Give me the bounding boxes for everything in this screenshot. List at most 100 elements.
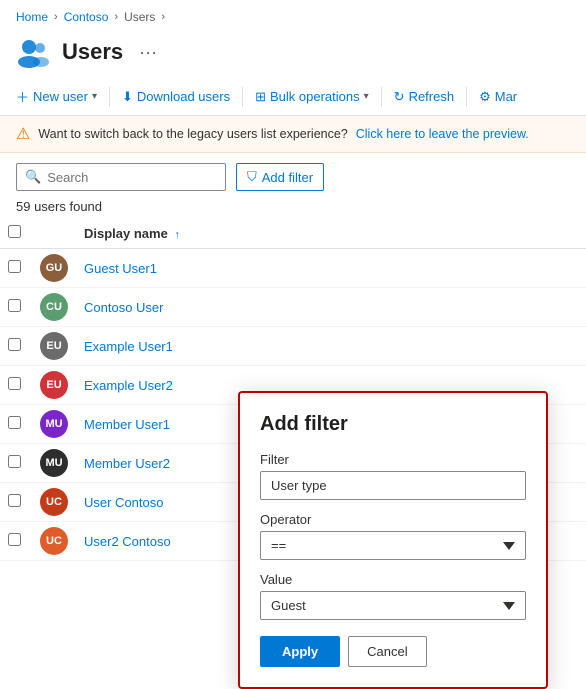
toolbar-sep3 bbox=[381, 87, 382, 107]
add-filter-button[interactable]: ⛉ Add filter bbox=[236, 163, 324, 191]
filter-actions: Apply Cancel bbox=[260, 636, 526, 667]
more-options-button[interactable]: ··· bbox=[133, 40, 163, 65]
avatar: UC bbox=[40, 488, 68, 516]
user-extra-cell bbox=[522, 249, 586, 288]
avatar-cell: MU bbox=[32, 444, 76, 483]
select-all-checkbox[interactable] bbox=[8, 225, 21, 238]
download-users-button[interactable]: ⬇ Download users bbox=[114, 84, 238, 110]
plus-icon: ＋ bbox=[16, 87, 29, 106]
filter-field-label: Filter bbox=[260, 452, 526, 467]
value-select[interactable]: Guest Member bbox=[260, 591, 526, 620]
user-link[interactable]: Guest User1 bbox=[84, 261, 157, 276]
avatar: GU bbox=[40, 254, 68, 282]
row-checkbox[interactable] bbox=[8, 533, 21, 546]
avatar-cell: GU bbox=[32, 249, 76, 288]
apply-button[interactable]: Apply bbox=[260, 636, 340, 667]
settings-button[interactable]: ⚙ Mar bbox=[471, 84, 525, 110]
filter-field-input[interactable] bbox=[260, 471, 526, 500]
user-link[interactable]: User Contoso bbox=[84, 495, 163, 510]
operator-label: Operator bbox=[260, 512, 526, 527]
breadcrumb-home[interactable]: Home bbox=[16, 10, 48, 24]
page-header: Users ··· bbox=[0, 30, 586, 78]
filter-icon: ⛉ bbox=[247, 169, 257, 185]
users-icon bbox=[16, 34, 52, 70]
banner: ⚠ Want to switch back to the legacy user… bbox=[0, 116, 586, 153]
new-user-label: New user bbox=[33, 89, 88, 104]
bulk-icon: ⊞ bbox=[255, 89, 266, 105]
settings-more-label: Mar bbox=[495, 89, 517, 104]
sort-icon: ↑ bbox=[174, 229, 180, 241]
row-checkbox-cell[interactable] bbox=[0, 405, 32, 444]
avatar-cell: CU bbox=[32, 288, 76, 327]
row-checkbox[interactable] bbox=[8, 338, 21, 351]
download-icon: ⬇ bbox=[122, 89, 133, 105]
user-name-cell[interactable]: Contoso User bbox=[76, 288, 522, 327]
row-checkbox[interactable] bbox=[8, 455, 21, 468]
avatar-cell: UC bbox=[32, 522, 76, 561]
row-checkbox[interactable] bbox=[8, 416, 21, 429]
avatar: EU bbox=[40, 332, 68, 360]
avatar-cell: MU bbox=[32, 405, 76, 444]
user-name-cell[interactable]: Guest User1 bbox=[76, 249, 522, 288]
table-row: GU Guest User1 bbox=[0, 249, 586, 288]
bulk-operations-label: Bulk operations bbox=[270, 89, 360, 104]
row-checkbox-cell[interactable] bbox=[0, 327, 32, 366]
row-checkbox[interactable] bbox=[8, 494, 21, 507]
new-user-caret: ▾ bbox=[92, 91, 97, 102]
table-select-all[interactable] bbox=[0, 218, 32, 249]
search-icon: 🔍 bbox=[25, 169, 41, 185]
cancel-button[interactable]: Cancel bbox=[348, 636, 426, 667]
row-checkbox-cell[interactable] bbox=[0, 444, 32, 483]
breadcrumb-sep2: › bbox=[114, 11, 118, 23]
search-input[interactable] bbox=[47, 170, 217, 185]
row-checkbox-cell[interactable] bbox=[0, 288, 32, 327]
table-row: CU Contoso User bbox=[0, 288, 586, 327]
toolbar-sep1 bbox=[109, 87, 110, 107]
breadcrumb-sep1: › bbox=[54, 11, 58, 23]
user-link[interactable]: Example User2 bbox=[84, 378, 173, 393]
user-link[interactable]: Contoso User bbox=[84, 300, 163, 315]
page-title: Users bbox=[62, 39, 123, 65]
avatar: MU bbox=[40, 449, 68, 477]
operator-select[interactable]: == != startsWith contains bbox=[260, 531, 526, 560]
main-content: 🔍 ⛉ Add filter 59 users found Display na… bbox=[0, 153, 586, 561]
toolbar-sep2 bbox=[242, 87, 243, 107]
user-count: 59 users found bbox=[0, 197, 586, 218]
breadcrumb-current: Users bbox=[124, 10, 155, 24]
bulk-operations-button[interactable]: ⊞ Bulk operations ▾ bbox=[247, 84, 377, 110]
download-users-label: Download users bbox=[137, 89, 230, 104]
table-extra-header bbox=[522, 218, 586, 249]
row-checkbox[interactable] bbox=[8, 260, 21, 273]
search-box[interactable]: 🔍 bbox=[16, 163, 226, 191]
banner-text: Want to switch back to the legacy users … bbox=[38, 127, 347, 141]
row-checkbox-cell[interactable] bbox=[0, 249, 32, 288]
row-checkbox[interactable] bbox=[8, 377, 21, 390]
table-display-name-header: Display name ↑ bbox=[76, 218, 522, 249]
display-name-label: Display name bbox=[84, 226, 168, 241]
avatar: EU bbox=[40, 371, 68, 399]
table-avatar-header bbox=[32, 218, 76, 249]
add-filter-panel: Add filter Filter Operator == != startsW… bbox=[238, 391, 548, 689]
banner-link[interactable]: Click here to leave the preview. bbox=[356, 127, 529, 141]
row-checkbox-cell[interactable] bbox=[0, 483, 32, 522]
user-link[interactable]: Example User1 bbox=[84, 339, 173, 354]
breadcrumb: Home › Contoso › Users › bbox=[0, 0, 586, 30]
user-link[interactable]: Member User1 bbox=[84, 417, 170, 432]
avatar-cell: EU bbox=[32, 366, 76, 405]
new-user-button[interactable]: ＋ New user ▾ bbox=[8, 82, 105, 111]
warning-icon: ⚠ bbox=[16, 124, 30, 144]
user-link[interactable]: User2 Contoso bbox=[84, 534, 171, 549]
breadcrumb-contoso[interactable]: Contoso bbox=[64, 10, 109, 24]
search-row: 🔍 ⛉ Add filter bbox=[0, 153, 586, 197]
user-extra-cell bbox=[522, 288, 586, 327]
row-checkbox-cell[interactable] bbox=[0, 522, 32, 561]
refresh-button[interactable]: ↻ Refresh bbox=[386, 84, 462, 110]
row-checkbox-cell[interactable] bbox=[0, 366, 32, 405]
toolbar: ＋ New user ▾ ⬇ Download users ⊞ Bulk ope… bbox=[0, 78, 586, 116]
row-checkbox[interactable] bbox=[8, 299, 21, 312]
gear-icon: ⚙ bbox=[479, 89, 491, 105]
value-label: Value bbox=[260, 572, 526, 587]
user-link[interactable]: Member User2 bbox=[84, 456, 170, 471]
user-name-cell[interactable]: Example User1 bbox=[76, 327, 522, 366]
avatar: CU bbox=[40, 293, 68, 321]
